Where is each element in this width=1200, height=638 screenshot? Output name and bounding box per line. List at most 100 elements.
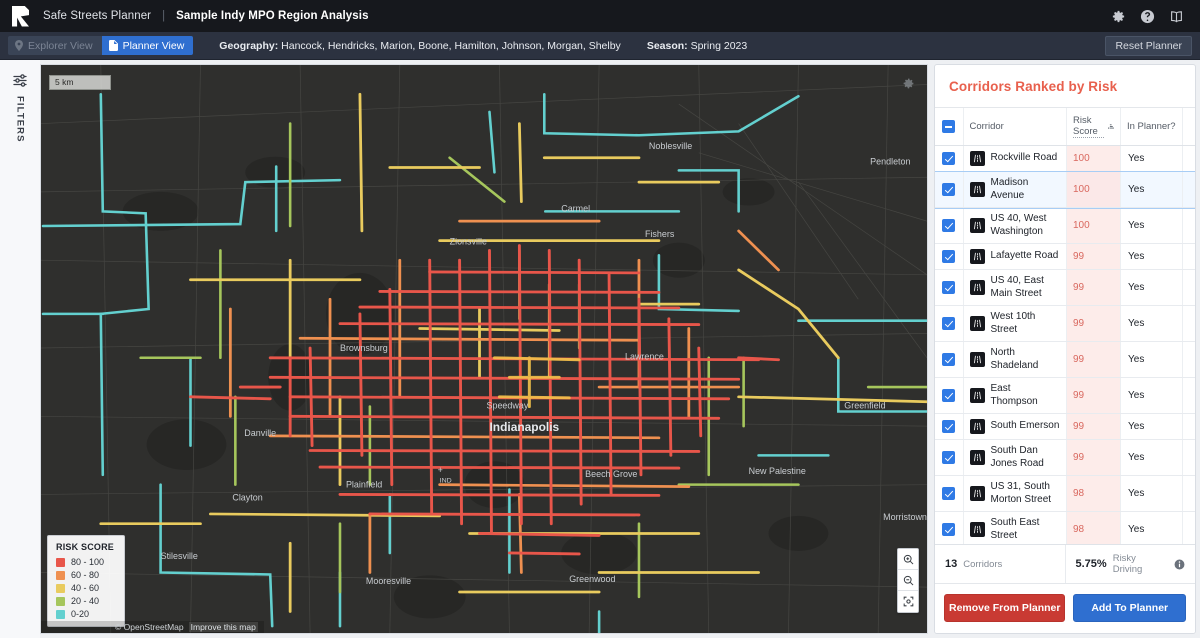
table-tail-header [1182,108,1195,146]
svg-text:Greenwood: Greenwood [569,574,615,584]
row-checkbox[interactable] [942,316,956,330]
row-select-cell[interactable] [935,305,964,342]
explorer-view-label: Explorer View [28,39,93,52]
row-checkbox[interactable] [942,388,956,402]
corridor-name: East Thompson [990,383,1038,407]
in-planner-cell: Yes [1120,305,1183,342]
row-select-cell[interactable] [935,207,964,244]
risk-map[interactable]: Pendleton Noblesville Carmel Fishers Zio… [40,64,928,634]
row-select-cell[interactable] [935,269,964,306]
table-row[interactable]: Lafayette Road 99 Yes [935,243,1195,270]
row-checkbox[interactable] [942,182,956,196]
corridor-name: US 31, South Morton Street [990,481,1052,505]
row-checkbox[interactable] [942,151,956,165]
corridor-name-cell: South East Street [963,511,1067,544]
improve-map-link[interactable]: Improve this map [188,622,258,632]
explorer-view-tab[interactable]: Explorer View [8,36,102,55]
svg-text:Speedway: Speedway [486,401,528,411]
in-planner-cell: Yes [1120,413,1183,440]
legend-label: 40 - 60 [71,583,100,593]
table-row[interactable]: North Shadeland 99 Yes [935,341,1195,378]
book-icon[interactable] [1169,9,1184,24]
row-select-cell[interactable] [935,413,964,440]
row-checkbox[interactable] [942,419,956,433]
corridor-name: South Emerson [990,420,1060,432]
row-tail-cell [1182,171,1195,208]
reset-planner-button[interactable]: Reset Planner [1105,35,1192,56]
row-tail-cell [1182,439,1195,476]
zoom-in-button[interactable] [898,549,918,570]
corridor-column-header[interactable]: Corridor [963,108,1067,146]
row-checkbox[interactable] [942,352,956,366]
sliders-icon[interactable] [13,74,27,87]
gear-icon[interactable] [1111,9,1126,24]
row-checkbox[interactable] [942,450,956,464]
map-area: Pendleton Noblesville Carmel Fishers Zio… [40,60,932,638]
corridor-name-cell: Rockville Road [963,145,1067,172]
row-select-cell[interactable] [935,377,964,414]
row-select-cell[interactable] [935,439,964,476]
corridor-name: South East Street [990,517,1040,541]
filters-rail[interactable]: FILTERS [0,60,40,638]
legend-item: 0-20 [56,609,114,619]
info-circle-icon[interactable] [1174,559,1185,570]
corridors-table: Corridor Risk Score In Planner? Rockvill… [935,108,1195,544]
corridors-table-wrap[interactable]: Corridor Risk Score In Planner? Rockvill… [935,108,1195,544]
row-select-cell[interactable] [935,511,964,544]
add-to-planner-button[interactable]: Add To Planner [1073,594,1186,622]
in-planner-cell: Yes [1120,341,1183,378]
app-root: Safe Streets Planner | Sample Indy MPO R… [0,0,1200,638]
risk-score-cell: 99 [1066,341,1121,378]
zoom-out-button[interactable] [898,570,918,591]
table-row[interactable]: East Thompson 99 Yes [935,377,1195,414]
app-logo-icon[interactable] [12,5,29,27]
row-checkbox[interactable] [942,486,956,500]
in-planner-cell: Yes [1120,145,1183,172]
map-settings-gear-icon[interactable] [902,77,915,90]
panel-title: Corridors Ranked by Risk [935,65,1195,108]
panel-stats: 13 Corridors 5.75% Risky Driving [935,544,1195,584]
risk-score-cell: 99 [1066,413,1121,440]
row-tail-cell [1182,475,1195,512]
table-row[interactable]: Madison Avenue 100 Yes [935,170,1195,209]
row-tail-cell [1182,511,1195,544]
table-row[interactable]: US 40, West Washington 100 Yes [935,207,1195,244]
project-title: Sample Indy MPO Region Analysis [176,10,369,22]
risk-score-cell: 100 [1066,171,1121,208]
table-row[interactable]: South Emerson 99 Yes [935,413,1195,440]
corridors-count-stat: 13 Corridors [935,545,1066,583]
road-segment-icon [969,218,985,233]
select-all-checkbox[interactable] [942,120,956,133]
risk-score-sort-control[interactable]: Risk Score [1073,115,1114,138]
row-select-cell[interactable] [935,341,964,378]
reset-extent-button[interactable] [898,591,918,612]
row-checkbox[interactable] [942,218,956,232]
brand-separator: | [162,10,166,22]
table-row[interactable]: South Dan Jones Road 99 Yes [935,439,1195,476]
help-circle-icon[interactable] [1140,9,1155,24]
row-checkbox[interactable] [942,280,956,294]
row-select-cell[interactable] [935,171,964,208]
svg-text:Beech Grove: Beech Grove [585,469,637,479]
row-checkbox[interactable] [942,522,956,536]
table-row[interactable]: US 40, East Main Street 99 Yes [935,269,1195,306]
map-canvas[interactable]: Pendleton Noblesville Carmel Fishers Zio… [41,65,927,633]
row-select-cell[interactable] [935,145,964,172]
select-all-header[interactable] [935,108,964,146]
table-row[interactable]: Rockville Road 100 Yes [935,145,1195,172]
table-row[interactable]: West 10th Street 99 Yes [935,305,1195,342]
row-checkbox[interactable] [942,249,956,263]
top-bar: Safe Streets Planner | Sample Indy MPO R… [0,0,1200,32]
remove-from-planner-button[interactable]: Remove From Planner [944,594,1066,622]
in-planner-column-header[interactable]: In Planner? [1120,108,1183,146]
risk-score-column-header[interactable]: Risk Score [1066,108,1121,146]
road-segment-icon [969,151,985,166]
svg-text:Indianapolis: Indianapolis [489,420,559,434]
row-select-cell[interactable] [935,243,964,270]
row-tail-cell [1182,413,1195,440]
row-select-cell[interactable] [935,475,964,512]
planner-view-tab[interactable]: Planner View [101,36,194,55]
table-row[interactable]: South East Street 98 Yes [935,511,1195,544]
table-row[interactable]: US 31, South Morton Street 98 Yes [935,475,1195,512]
body-region: FILTERS Pendleton Noblesville Carmel Fis… [0,60,1200,638]
